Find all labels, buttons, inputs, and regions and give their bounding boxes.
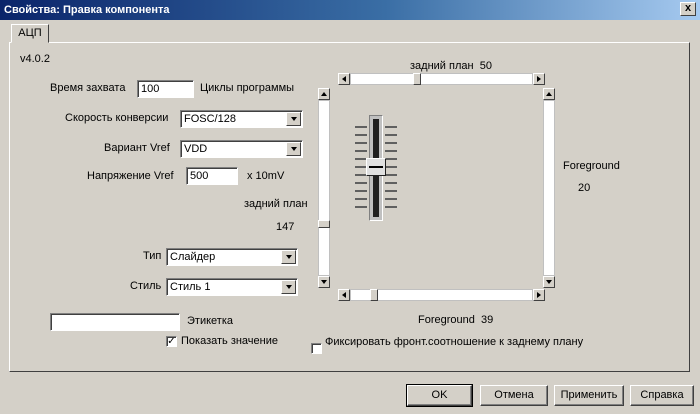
scroll-left-button[interactable] xyxy=(338,289,350,301)
conversion-speed-value: FOSC/128 xyxy=(184,113,236,125)
scroll-right-button[interactable] xyxy=(533,73,545,85)
scroll-up-button[interactable] xyxy=(318,88,330,100)
close-icon: x xyxy=(684,2,692,14)
show-value-label: Показать значение xyxy=(181,335,278,347)
capture-time-label: Время захвата xyxy=(50,82,126,94)
scroll-right-button[interactable] xyxy=(533,289,545,301)
scroll-left-button[interactable] xyxy=(338,73,350,85)
chevron-down-icon[interactable] xyxy=(281,280,296,294)
title-bar: Свойства: Правка компонента x xyxy=(0,0,700,20)
style-select[interactable]: Стиль 1 xyxy=(166,278,298,296)
background-vertical-value: 147 xyxy=(276,221,295,233)
close-button[interactable]: x xyxy=(680,2,696,16)
conversion-speed-select[interactable]: FOSC/128 xyxy=(180,110,303,128)
background-vertical-label: задний план xyxy=(244,198,308,210)
vref-variant-select[interactable]: VDD xyxy=(180,140,303,158)
style-value: Стиль 1 xyxy=(170,281,211,293)
foreground-bottom-label: Foreground 39 xyxy=(418,314,494,326)
window-title: Свойства: Правка компонента xyxy=(4,4,170,16)
foreground-bottom-thumb[interactable] xyxy=(370,289,378,301)
background-top-label: задний план 50 xyxy=(410,60,492,72)
vref-voltage-input[interactable]: 500 xyxy=(186,167,238,185)
type-value: Слайдер xyxy=(170,251,216,263)
version-label: v4.0.2 xyxy=(20,53,50,65)
foreground-right-label: Foreground xyxy=(563,160,620,172)
tab-adc[interactable]: АЦП xyxy=(11,24,49,43)
background-top-scrollbar[interactable] xyxy=(350,73,533,85)
background-top-thumb[interactable] xyxy=(413,73,421,85)
slider-knob xyxy=(366,158,386,176)
vref-voltage-unit: x 10mV xyxy=(247,170,285,182)
show-value-checkbox[interactable]: ✓ xyxy=(166,336,177,347)
caption-label: Этикетка xyxy=(187,315,233,327)
scroll-down-button[interactable] xyxy=(543,276,555,288)
scroll-down-button[interactable] xyxy=(318,276,330,288)
help-button[interactable]: Справка xyxy=(630,385,694,406)
capture-time-input[interactable]: 100 xyxy=(137,80,194,98)
caption-input[interactable] xyxy=(50,313,180,331)
capture-time-unit: Циклы программы xyxy=(200,82,295,94)
type-label: Тип xyxy=(143,250,162,262)
foreground-right-scrollbar[interactable] xyxy=(543,100,555,276)
chevron-down-icon[interactable] xyxy=(281,250,296,264)
conversion-speed-label: Скорость конверсии xyxy=(65,112,169,124)
fix-ratio-label: Фиксировать фронт.соотношение к заднему … xyxy=(325,336,584,348)
type-select[interactable]: Слайдер xyxy=(166,248,298,266)
apply-button[interactable]: Применить xyxy=(554,385,624,406)
chevron-down-icon[interactable] xyxy=(286,112,301,126)
cancel-button[interactable]: Отмена xyxy=(480,385,548,406)
style-label: Стиль xyxy=(130,280,162,292)
scroll-up-button[interactable] xyxy=(543,88,555,100)
vref-variant-label: Вариант Vref xyxy=(104,142,170,154)
background-vertical-thumb[interactable] xyxy=(318,220,330,228)
background-vertical-scrollbar[interactable] xyxy=(318,100,330,276)
vref-voltage-label: Напряжение Vref xyxy=(87,170,174,182)
fix-ratio-checkbox[interactable] xyxy=(311,343,322,354)
vref-variant-value: VDD xyxy=(184,143,208,155)
preview-area xyxy=(332,88,538,286)
foreground-right-value: 20 xyxy=(578,182,591,194)
chevron-down-icon[interactable] xyxy=(286,142,301,156)
ok-button[interactable]: OK xyxy=(406,384,473,407)
